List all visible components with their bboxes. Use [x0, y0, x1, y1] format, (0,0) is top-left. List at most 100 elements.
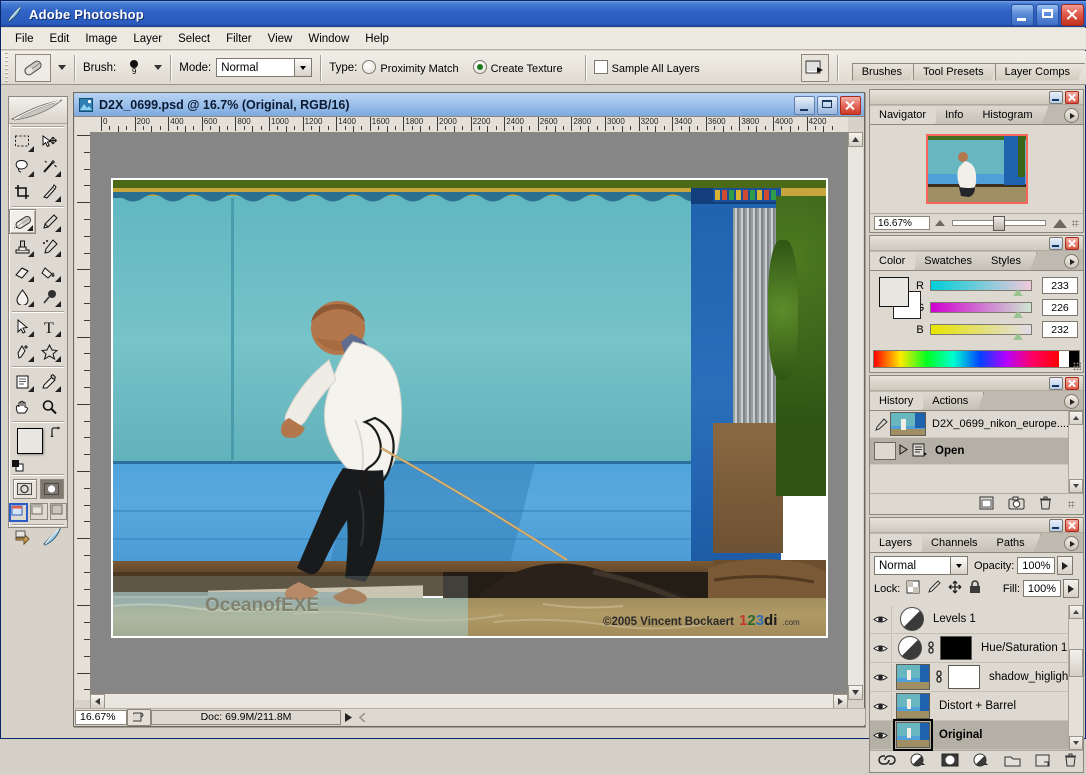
color-resize-grip[interactable] — [1073, 362, 1081, 370]
history-palette-menu-icon[interactable] — [1064, 394, 1079, 409]
layers-list[interactable]: Levels 1 Hue/Saturation 1 — [870, 605, 1083, 750]
layer-mask-thumbnail[interactable] — [940, 636, 972, 660]
palette-well-tab-brushes[interactable]: Brushes — [852, 63, 917, 81]
channel-slider-knob-g[interactable] — [1013, 311, 1023, 318]
current-tool-well[interactable] — [15, 54, 51, 82]
foreground-color-swatch[interactable] — [17, 428, 43, 454]
tab-color[interactable]: Color — [870, 252, 921, 270]
toolbox-header[interactable] — [9, 97, 67, 124]
eraser-tool[interactable] — [9, 259, 36, 284]
tab-styles[interactable]: Styles — [982, 252, 1037, 270]
layers-palette-title-bar[interactable] — [870, 518, 1083, 533]
default-colors-icon[interactable] — [12, 460, 23, 471]
tab-layers[interactable]: Layers — [870, 534, 928, 552]
channel-slider-knob-b[interactable] — [1013, 333, 1023, 340]
palette-well-tab-layer-comps[interactable]: Layer Comps — [995, 63, 1085, 81]
layers-scroll-thumb[interactable] — [1069, 649, 1083, 677]
new-adjustment-layer-icon[interactable] — [973, 753, 990, 770]
chevron-down-icon[interactable] — [294, 59, 311, 76]
radio-proximity-match[interactable]: Proximity Match — [362, 60, 458, 75]
adjustment-layer-icon[interactable] — [898, 636, 922, 660]
magic-wand-tool[interactable] — [36, 154, 63, 179]
fill-slider-arrow-icon[interactable] — [1063, 579, 1079, 598]
menu-item-view[interactable]: View — [260, 31, 301, 47]
layer-blend-mode-select[interactable]: Normal — [874, 556, 968, 575]
path-selection-tool[interactable] — [9, 314, 36, 339]
swap-colors-icon[interactable] — [50, 426, 63, 442]
channel-value-b[interactable]: 232 — [1042, 321, 1078, 338]
zoom-out-icon[interactable] — [935, 220, 945, 226]
fill-value[interactable]: 100% — [1023, 580, 1061, 597]
canvas-vertical-scrollbar[interactable] — [847, 132, 863, 700]
delete-state-icon[interactable] — [1039, 496, 1052, 513]
photoshop-feather-icon[interactable] — [42, 527, 62, 550]
quick-mask-mode-button[interactable] — [40, 479, 64, 499]
tab-paths[interactable]: Paths — [988, 534, 1041, 552]
channel-value-g[interactable]: 226 — [1042, 299, 1078, 316]
link-mask-icon[interactable] — [926, 641, 936, 655]
zoom-slider-knob[interactable] — [993, 216, 1005, 231]
color-palette-menu-icon[interactable] — [1064, 254, 1079, 269]
checkbox-sample-all-layers[interactable]: Sample All Layers — [594, 60, 700, 75]
history-state-snapshot-box[interactable] — [874, 442, 896, 460]
healing-brush-tool[interactable] — [9, 209, 36, 234]
color-spectrum-ramp[interactable] — [873, 350, 1080, 368]
status-preview-icon[interactable] — [127, 709, 151, 726]
notes-tool[interactable] — [9, 369, 36, 394]
history-scroll-down-button[interactable] — [1069, 479, 1083, 493]
brush-preview[interactable]: 9 — [121, 55, 147, 81]
history-state-row[interactable]: Open — [870, 438, 1083, 465]
menu-item-filter[interactable]: Filter — [218, 31, 260, 47]
adjustment-layer-icon[interactable] — [900, 607, 924, 631]
options-bar-grip[interactable] — [3, 53, 12, 83]
crop-tool[interactable] — [9, 179, 36, 204]
hand-tool[interactable] — [9, 394, 36, 419]
paint-bucket-tool[interactable] — [36, 259, 63, 284]
layer-name[interactable]: Hue/Saturation 1 — [981, 642, 1067, 654]
layer-thumbnail[interactable] — [896, 693, 930, 719]
delete-layer-icon[interactable] — [1064, 753, 1077, 770]
layer-visibility-toggle[interactable] — [870, 606, 892, 633]
channel-slider-b[interactable] — [930, 324, 1032, 335]
layer-style-icon[interactable] — [910, 753, 927, 770]
opacity-slider-arrow-icon[interactable] — [1057, 556, 1073, 575]
zoom-in-icon[interactable] — [1053, 219, 1067, 228]
lasso-tool[interactable] — [9, 154, 36, 179]
navigator-palette-title-bar[interactable] — [870, 90, 1083, 105]
channel-slider-r[interactable] — [930, 280, 1032, 291]
full-screen-menu-mode-button[interactable] — [30, 503, 47, 520]
new-snapshot-icon[interactable] — [1008, 496, 1025, 513]
history-snapshot-row[interactable]: D2X_0699_nikon_europe.... — [870, 411, 1083, 438]
slice-tool[interactable] — [36, 179, 63, 204]
opacity-value[interactable]: 100% — [1017, 557, 1055, 574]
standard-mode-button[interactable] — [13, 479, 37, 499]
menu-item-layer[interactable]: Layer — [125, 31, 170, 47]
channel-slider-knob-r[interactable] — [1013, 289, 1023, 296]
navigator-resize-grip[interactable] — [1072, 220, 1079, 227]
layer-visibility-toggle[interactable] — [870, 693, 892, 720]
navigator-zoom-value[interactable]: 16.67% — [874, 216, 930, 230]
layers-scroll-up-button[interactable] — [1069, 605, 1083, 619]
eyedropper-tool[interactable] — [36, 369, 63, 394]
color-palette-title-bar[interactable] — [870, 236, 1083, 251]
tab-history[interactable]: History — [870, 392, 929, 410]
brush-tool[interactable] — [36, 209, 63, 234]
tool-preset-picker-caret[interactable] — [58, 65, 66, 70]
layer-name[interactable]: Distort + Barrel — [939, 700, 1016, 712]
color-foreground-swatch[interactable] — [879, 277, 909, 307]
history-close-button[interactable] — [1065, 377, 1079, 390]
brush-picker-caret[interactable] — [154, 65, 162, 70]
history-list[interactable]: D2X_0699_nikon_europe.... Open — [870, 411, 1083, 493]
full-screen-mode-button[interactable] — [50, 503, 67, 520]
minimize-button[interactable] — [1011, 4, 1034, 26]
rectangular-marquee-tool[interactable] — [9, 129, 36, 154]
table-row[interactable]: Distort + Barrel — [870, 692, 1083, 721]
layer-thumbnail[interactable] — [896, 722, 930, 748]
tab-channels[interactable]: Channels — [922, 534, 993, 552]
layer-name[interactable]: Levels 1 — [933, 613, 976, 625]
type-tool[interactable]: T — [36, 314, 63, 339]
tab-histogram[interactable]: Histogram — [973, 106, 1048, 124]
table-row[interactable]: Original — [870, 721, 1083, 750]
blend-mode-select[interactable]: Normal — [216, 58, 312, 77]
layer-mask-thumbnail[interactable] — [948, 665, 980, 689]
